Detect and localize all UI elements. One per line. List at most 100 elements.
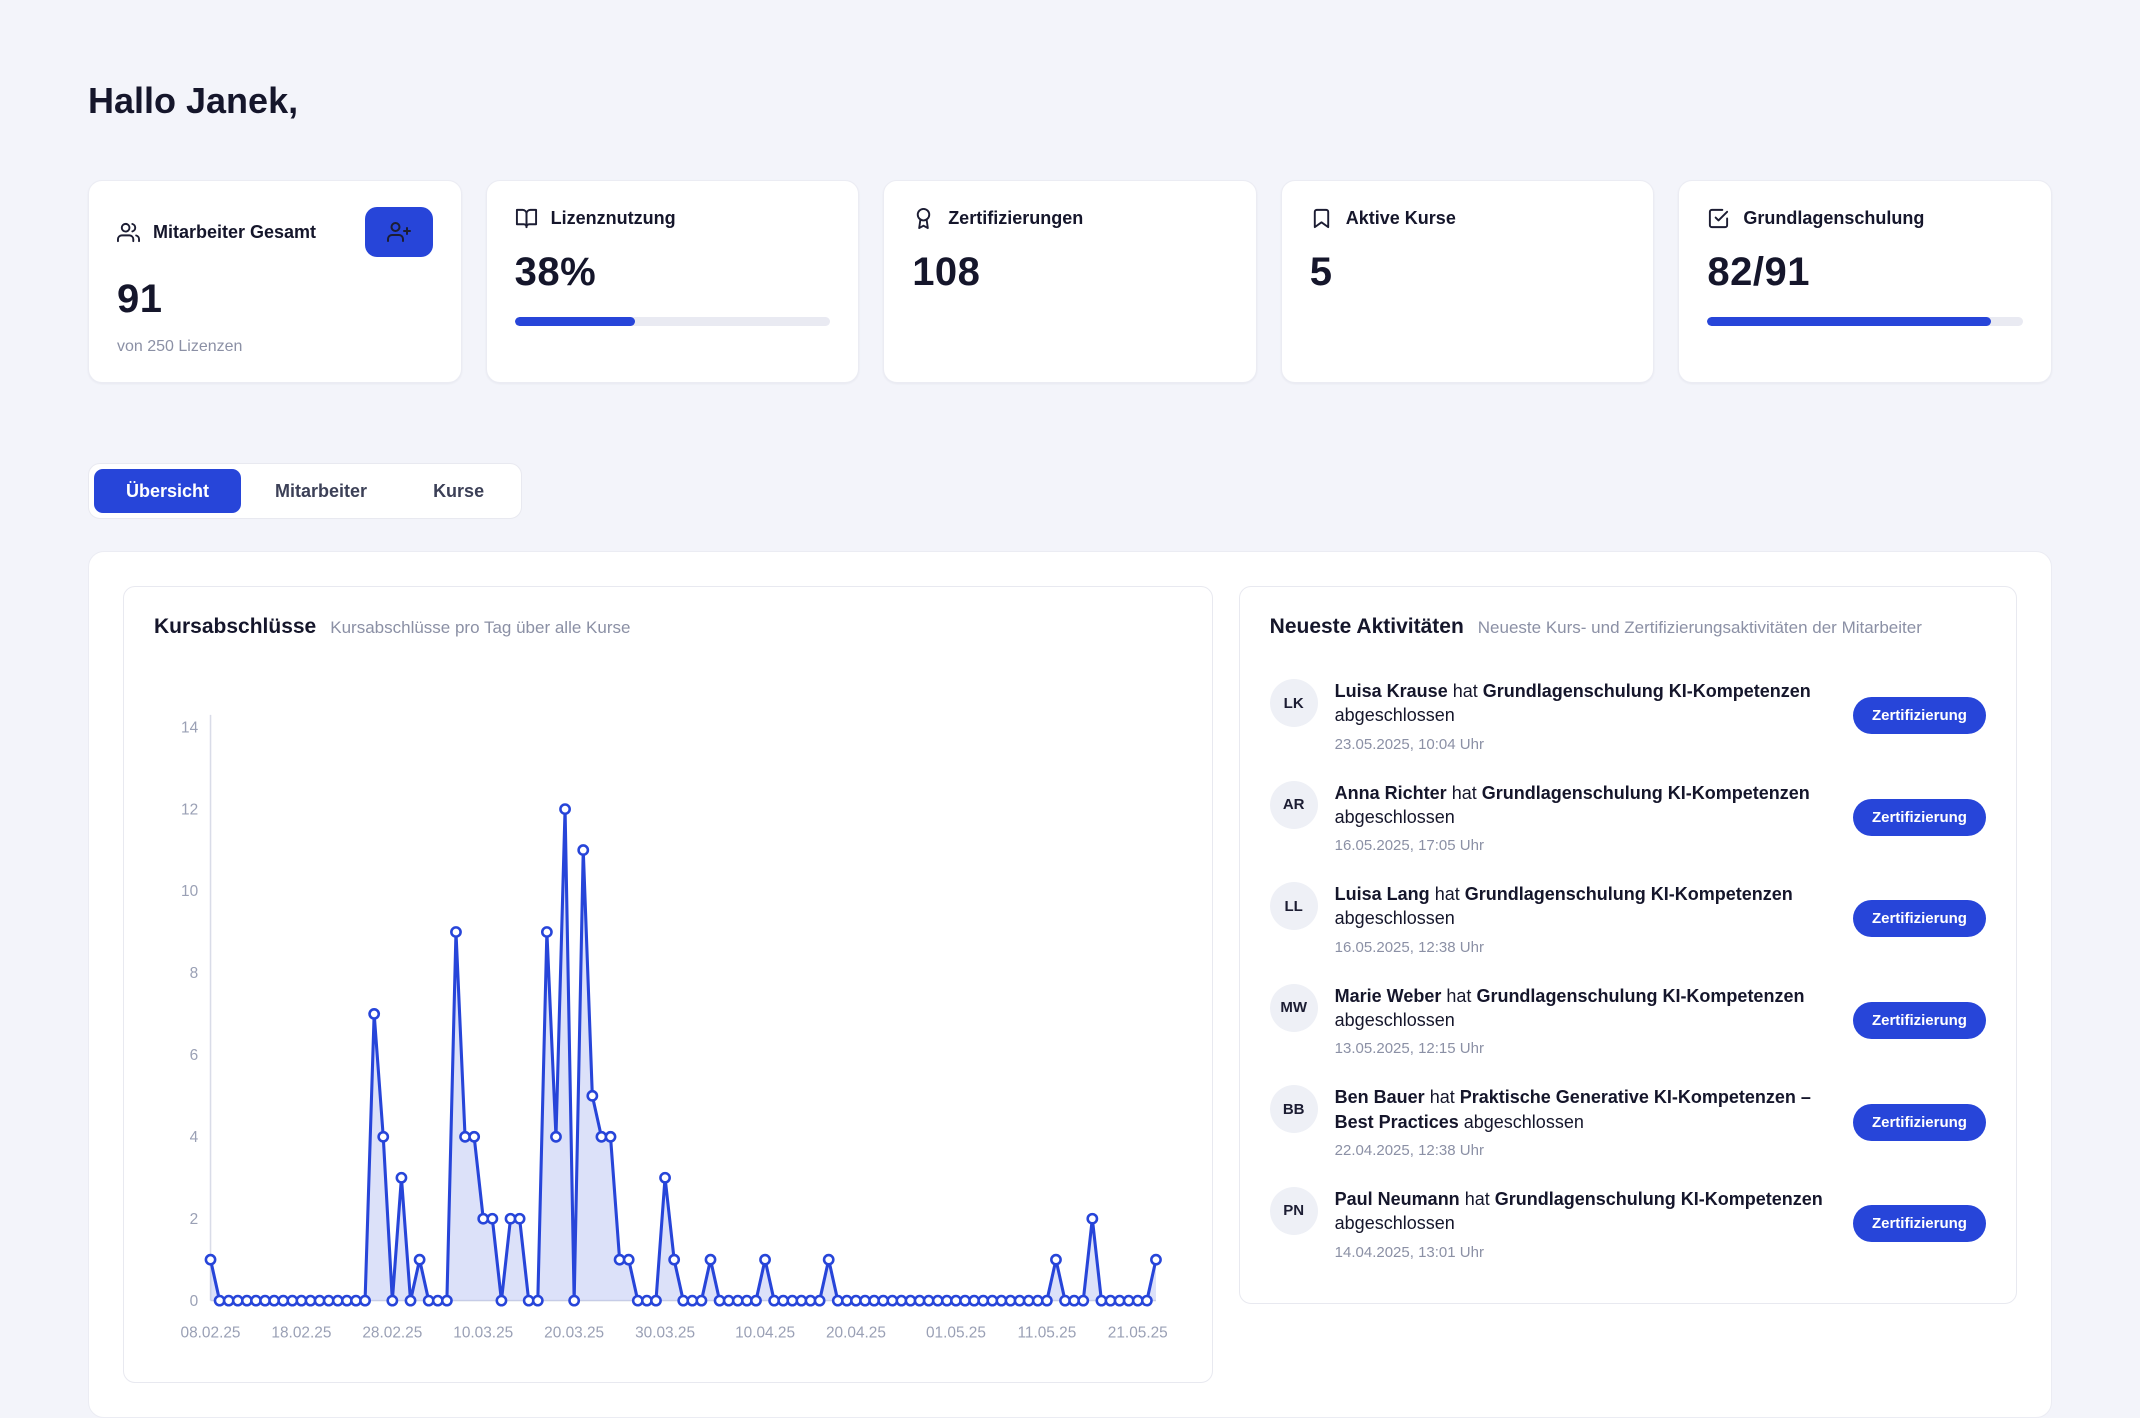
- chart-subtitle: Kursabschlüsse pro Tag über alle Kurse: [330, 618, 630, 638]
- activities-card-header: Neueste Aktivitäten Neueste Kurs- und Ze…: [1270, 615, 1986, 639]
- activities-title: Neueste Aktivitäten: [1270, 615, 1464, 639]
- svg-text:10.03.25: 10.03.25: [453, 1325, 513, 1342]
- stat-subtext: von 250 Lizenzen: [117, 338, 433, 356]
- certification-badge: Zertifizierung: [1853, 1104, 1986, 1141]
- page-greeting: Hallo Janek,: [88, 80, 2052, 122]
- tab-mitarbeiter[interactable]: Mitarbeiter: [243, 469, 399, 513]
- activity-connector: hat: [1453, 681, 1478, 701]
- course-completions-line-chart: 0246810121408.02.2518.02.2528.02.2510.03…: [154, 645, 1182, 1354]
- activity-course-name: Grundlagenschulung KI-Kompetenzen: [1465, 884, 1793, 904]
- svg-text:14: 14: [181, 719, 199, 736]
- tab-kurse[interactable]: Kurse: [401, 469, 516, 513]
- activity-suffix: abgeschlossen: [1335, 705, 1455, 725]
- activity-timestamp: 13.05.2025, 12:15 Uhr: [1335, 1040, 1835, 1057]
- activity-course-name: Grundlagenschulung KI-Kompetenzen: [1482, 783, 1810, 803]
- activity-course-name: Grundlagenschulung KI-Kompetenzen: [1483, 681, 1811, 701]
- check-square-icon: [1707, 207, 1730, 230]
- activity-description: Marie Weber hat Grundlagenschulung KI-Ko…: [1335, 984, 1835, 1033]
- stat-card-header: Aktive Kurse: [1310, 207, 1626, 230]
- svg-text:4: 4: [190, 1129, 199, 1146]
- basic-training-progressbar: [1707, 317, 2023, 326]
- activity-text: Ben Bauer hat Praktische Generative KI-K…: [1335, 1085, 1835, 1159]
- certification-badge: Zertifizierung: [1853, 799, 1986, 836]
- activity-text: Marie Weber hat Grundlagenschulung KI-Ko…: [1335, 984, 1835, 1058]
- activity-description: Luisa Krause hat Grundlagenschulung KI-K…: [1335, 679, 1835, 728]
- svg-text:10: 10: [181, 883, 198, 900]
- activity-suffix: abgeschlossen: [1335, 807, 1455, 827]
- activity-course-name: Grundlagenschulung KI-Kompetenzen: [1476, 986, 1804, 1006]
- recent-activities-card: Neueste Aktivitäten Neueste Kurs- und Ze…: [1239, 586, 2017, 1304]
- users-icon: [117, 221, 140, 244]
- svg-text:20.04.25: 20.04.25: [826, 1325, 886, 1342]
- activity-suffix: abgeschlossen: [1335, 908, 1455, 928]
- activity-person-name: Luisa Krause: [1335, 681, 1448, 701]
- activity-item: LK Luisa Krause hat Grundlagenschulung K…: [1270, 665, 1986, 767]
- svg-text:08.02.25: 08.02.25: [181, 1325, 241, 1342]
- svg-text:10.04.25: 10.04.25: [735, 1325, 795, 1342]
- stat-card-lizenznutzung: Lizenznutzung 38%: [486, 180, 860, 383]
- stat-card-header: Zertifizierungen: [912, 207, 1228, 230]
- stat-card-header: Grundlagenschulung: [1707, 207, 2023, 230]
- activities-subtitle: Neueste Kurs- und Zertifizierungsaktivit…: [1478, 618, 1922, 638]
- activity-text: Anna Richter hat Grundlagenschulung KI-K…: [1335, 781, 1835, 855]
- activity-course-name: Grundlagenschulung KI-Kompetenzen: [1495, 1189, 1823, 1209]
- svg-text:12: 12: [181, 801, 198, 818]
- stat-card-mitarbeiter-gesamt: Mitarbeiter Gesamt 91 von 250 Lizenzen: [88, 180, 462, 383]
- activity-item: PN Paul Neumann hat Grundlagenschulung K…: [1270, 1173, 1986, 1275]
- activity-connector: hat: [1435, 884, 1460, 904]
- avatar: LL: [1270, 882, 1318, 930]
- book-open-icon: [515, 207, 538, 230]
- progressbar-fill: [515, 317, 635, 326]
- stat-value: 82/91: [1707, 250, 2023, 295]
- activity-person-name: Paul Neumann: [1335, 1189, 1460, 1209]
- stat-card-header: Mitarbeiter Gesamt: [117, 207, 433, 257]
- activity-suffix: abgeschlossen: [1464, 1112, 1584, 1132]
- svg-text:6: 6: [190, 1047, 199, 1064]
- progressbar-fill: [1707, 317, 1991, 326]
- activity-item: MW Marie Weber hat Grundlagenschulung KI…: [1270, 970, 1986, 1072]
- activity-connector: hat: [1430, 1087, 1455, 1107]
- stat-value: 108: [912, 250, 1228, 295]
- activity-timestamp: 16.05.2025, 17:05 Uhr: [1335, 837, 1835, 854]
- overview-panel: Kursabschlüsse Kursabschlüsse pro Tag üb…: [88, 551, 2052, 1418]
- svg-text:30.03.25: 30.03.25: [635, 1325, 695, 1342]
- svg-text:0: 0: [190, 1293, 199, 1310]
- stat-value: 38%: [515, 250, 831, 295]
- chart-card-header: Kursabschlüsse Kursabschlüsse pro Tag üb…: [154, 615, 1182, 639]
- activity-person-name: Anna Richter: [1335, 783, 1447, 803]
- chart-title: Kursabschlüsse: [154, 615, 316, 639]
- activity-item: BB Ben Bauer hat Praktische Generative K…: [1270, 1071, 1986, 1173]
- activity-item: AR Anna Richter hat Grundlagenschulung K…: [1270, 767, 1986, 869]
- avatar: AR: [1270, 781, 1318, 829]
- svg-text:11.05.25: 11.05.25: [1017, 1325, 1076, 1342]
- activity-suffix: abgeschlossen: [1335, 1010, 1455, 1030]
- svg-text:18.02.25: 18.02.25: [271, 1325, 331, 1342]
- stat-card-grundlagenschulung: Grundlagenschulung 82/91: [1678, 180, 2052, 383]
- activity-text: Luisa Lang hat Grundlagenschulung KI-Kom…: [1335, 882, 1835, 956]
- stat-label: Mitarbeiter Gesamt: [153, 222, 316, 243]
- license-usage-progressbar: [515, 317, 831, 326]
- stat-label: Zertifizierungen: [948, 208, 1083, 229]
- avatar: LK: [1270, 679, 1318, 727]
- stat-value: 91: [117, 277, 433, 322]
- activity-timestamp: 22.04.2025, 12:38 Uhr: [1335, 1142, 1835, 1159]
- stat-label: Grundlagenschulung: [1743, 208, 1924, 229]
- stat-value: 5: [1310, 250, 1626, 295]
- activity-connector: hat: [1446, 986, 1471, 1006]
- add-user-button[interactable]: [365, 207, 433, 257]
- activity-suffix: abgeschlossen: [1335, 1213, 1455, 1233]
- stat-label: Lizenznutzung: [551, 208, 676, 229]
- avatar: BB: [1270, 1085, 1318, 1133]
- activity-description: Anna Richter hat Grundlagenschulung KI-K…: [1335, 781, 1835, 830]
- stat-card-header: Lizenznutzung: [515, 207, 831, 230]
- activity-timestamp: 16.05.2025, 12:38 Uhr: [1335, 939, 1835, 956]
- activity-person-name: Ben Bauer: [1335, 1087, 1425, 1107]
- svg-text:21.05.25: 21.05.25: [1108, 1325, 1168, 1342]
- avatar: PN: [1270, 1187, 1318, 1235]
- activity-timestamp: 14.04.2025, 13:01 Uhr: [1335, 1244, 1835, 1261]
- tab-uebersicht[interactable]: Übersicht: [94, 469, 241, 513]
- bookmark-icon: [1310, 207, 1333, 230]
- avatar: MW: [1270, 984, 1318, 1032]
- certification-badge: Zertifizierung: [1853, 1002, 1986, 1039]
- activity-item: LL Luisa Lang hat Grundlagenschulung KI-…: [1270, 868, 1986, 970]
